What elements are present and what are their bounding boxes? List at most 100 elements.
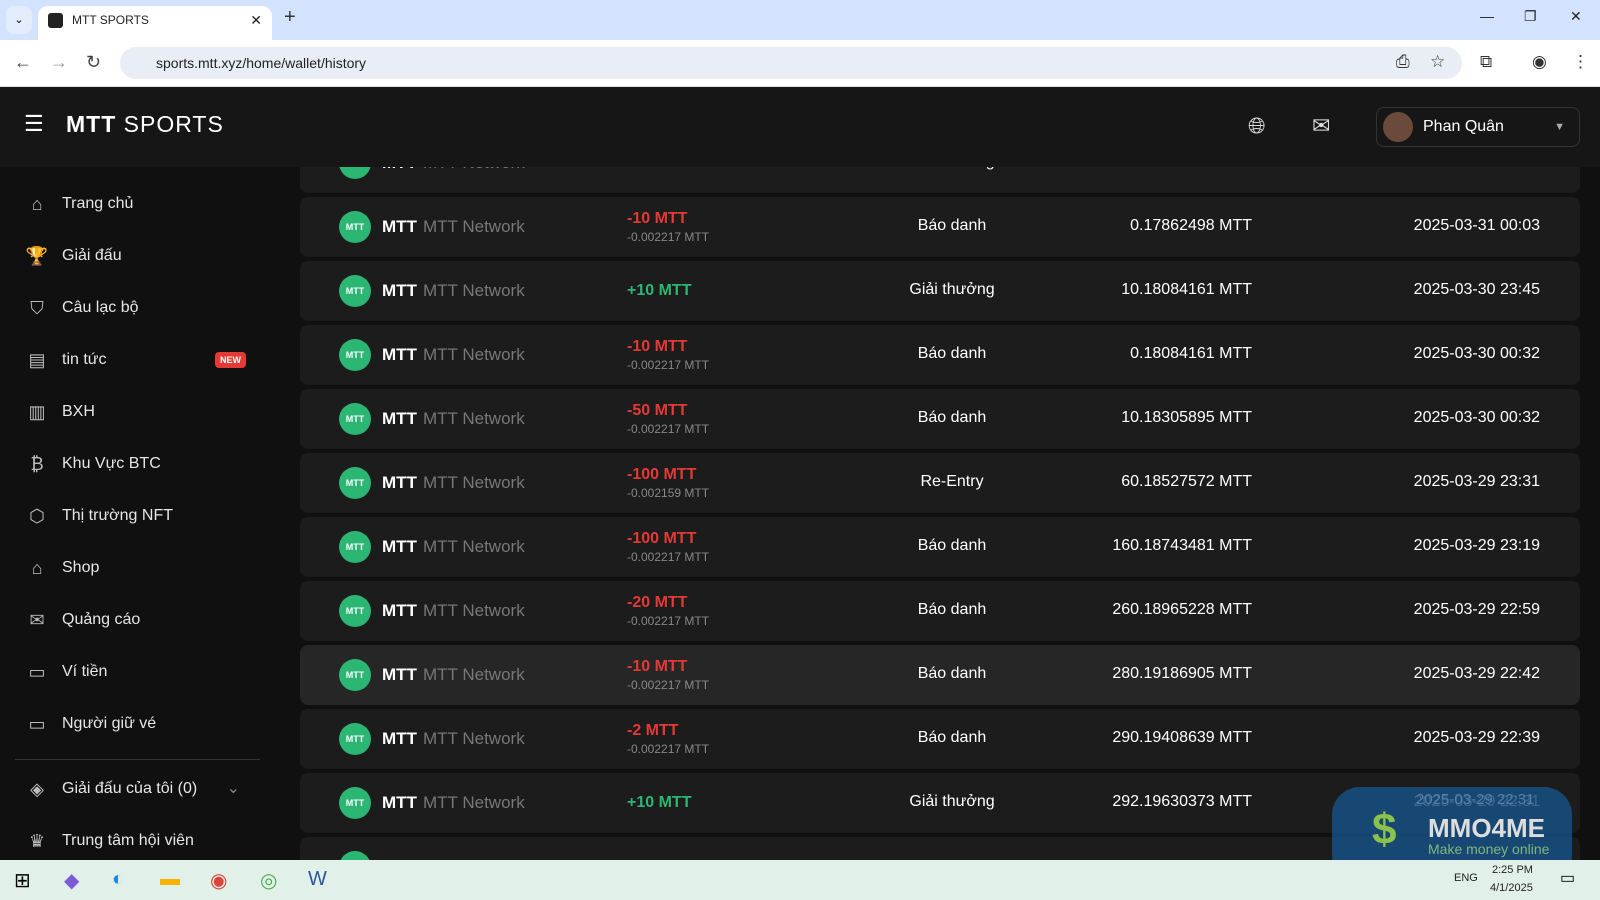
- balance: 160.18743481 MTT: [1112, 537, 1252, 554]
- balance: 10.18084161 MTT: [1121, 281, 1252, 298]
- fee: -0.002217 MTT: [627, 614, 710, 628]
- date: 2025-03-30 00:32: [1413, 345, 1540, 362]
- install-app-icon[interactable]: ⎙: [1396, 52, 1410, 72]
- transaction-row[interactable]: MTT MTT MTT Network -10 MTT -0.002217 MT…: [300, 645, 1580, 705]
- tab-search-button[interactable]: ⌄: [6, 6, 32, 34]
- browser-tab[interactable]: MTT SPORTS ✕: [38, 6, 272, 40]
- sidebar-item[interactable]: ♛ Trung tâm hội viên: [24, 824, 264, 858]
- mtt-coin-icon: MTT: [339, 467, 371, 499]
- sidebar-item[interactable]: ⛉ Câu lạc bộ: [24, 291, 264, 325]
- transaction-row[interactable]: MTT MTT MTT Network +10 MTT Giải thưởng …: [300, 167, 1580, 193]
- globe-icon[interactable]: 🌐︎: [1248, 113, 1266, 139]
- sidebar-item[interactable]: ₿ Khu Vực BTC: [24, 447, 264, 481]
- chevron-down-icon[interactable]: ⌄: [227, 772, 240, 806]
- sidebar-item-label: Câu lạc bộ: [62, 299, 139, 316]
- logo-light: SPORTS: [123, 111, 224, 137]
- transaction-row[interactable]: MTT MTT MTT Network -20 MTT -0.002217 MT…: [300, 581, 1580, 641]
- reload-icon[interactable]: ↻: [86, 52, 101, 73]
- word-icon[interactable]: W: [308, 868, 327, 891]
- notifications-icon[interactable]: ▭: [1560, 868, 1575, 888]
- minimize-button[interactable]: —: [1480, 8, 1494, 24]
- mtt-coin-icon: MTT: [339, 531, 371, 563]
- balance: 290.19408639 MTT: [1112, 729, 1252, 746]
- sidebar-item[interactable]: ▥ BXH: [24, 395, 264, 429]
- network-name: MTT Network: [423, 345, 525, 364]
- chevron-down-icon: ▼: [1554, 121, 1565, 133]
- watermark-title: MMO4ME: [1428, 813, 1545, 843]
- sidebar-icon: ⌂: [31, 558, 43, 578]
- clock-time[interactable]: 2:25 PM: [1492, 864, 1533, 876]
- sidebar-item[interactable]: ⌂ Trang chủ: [24, 187, 264, 221]
- language-indicator[interactable]: ENG: [1454, 872, 1478, 884]
- sidebar-icon: ▭: [28, 662, 46, 682]
- copilot-icon[interactable]: ◆: [64, 868, 79, 893]
- date: 2025-03-30 23:45: [1413, 281, 1540, 298]
- amount: +10 MTT: [627, 167, 691, 172]
- sidebar-item[interactable]: ⌂ Shop: [24, 551, 264, 585]
- app-icon[interactable]: ◎: [260, 868, 277, 893]
- menu-dots-icon[interactable]: ⋮: [1572, 52, 1589, 72]
- sidebar-item-label: Giải đấu: [62, 247, 122, 264]
- token-symbol: MTT: [382, 409, 417, 428]
- date: 2025-03-29 22:39: [1413, 729, 1540, 746]
- token-symbol: MTT: [382, 473, 417, 492]
- edge-icon[interactable]: ◐: [112, 868, 124, 891]
- sidebar-item[interactable]: ▤ tin tức NEW: [24, 343, 264, 377]
- sidebar-item[interactable]: ✉ Quảng cáo: [24, 603, 264, 637]
- transaction-row[interactable]: MTT MTT MTT Network -10 MTT -0.002217 MT…: [300, 197, 1580, 257]
- amount: -10 MTT: [627, 338, 688, 355]
- new-tab-button[interactable]: +: [284, 6, 296, 29]
- restore-button[interactable]: ❐: [1524, 8, 1537, 25]
- url-bar[interactable]: sports.mtt.xyz/home/wallet/history: [120, 47, 1462, 79]
- token-symbol: MTT: [382, 281, 417, 300]
- sidebar-item[interactable]: ⬡ Thị trường NFT: [24, 499, 264, 533]
- sidebar-item-label: Khu Vực BTC: [62, 455, 161, 472]
- balance: 260.18965228 MTT: [1112, 601, 1252, 618]
- address-toolbar: ← → ↻ sports.mtt.xyz/home/wallet/history…: [0, 40, 1600, 87]
- network-name: MTT Network: [423, 473, 525, 492]
- hamburger-menu-icon[interactable]: ☰: [24, 111, 44, 137]
- windows-start-icon[interactable]: ⊞: [14, 868, 31, 893]
- chrome-icon[interactable]: ◉: [210, 868, 227, 893]
- bookmark-star-icon[interactable]: ☆: [1430, 52, 1445, 72]
- site-logo[interactable]: MTT SPORTS: [66, 111, 224, 138]
- sidebar-item[interactable]: ▭ Người giữ vé: [24, 707, 264, 741]
- sidebar-item[interactable]: 🏆 Giải đấu: [24, 239, 264, 273]
- transaction-row[interactable]: MTT MTT MTT Network -50 MTT -0.002217 MT…: [300, 389, 1580, 449]
- sidebar-item-label: Người giữ vé: [62, 715, 157, 732]
- user-menu[interactable]: Phan Quân ▼: [1376, 107, 1580, 147]
- fee: -0.002217 MTT: [627, 422, 710, 436]
- file-explorer-icon[interactable]: ▬: [160, 868, 180, 891]
- forward-icon[interactable]: →: [50, 52, 68, 73]
- close-window-button[interactable]: ✕: [1570, 8, 1582, 25]
- sidebar-item[interactable]: ▭ Ví tiền: [24, 655, 264, 689]
- sidebar-icon: ◈: [30, 779, 44, 799]
- transaction-type: Báo danh: [917, 537, 987, 554]
- transaction-row[interactable]: MTT MTT MTT Network +10 MTT Giải thưởng …: [300, 261, 1580, 321]
- windows-taskbar: ⊞ ◆ ◐ ▬ ◉ ◎ W ENG 2:25 PM 4/1/2025 ▭: [0, 860, 1600, 900]
- sidebar-icon: ▥: [28, 402, 46, 422]
- token-symbol: MTT: [382, 601, 417, 620]
- close-tab-icon[interactable]: ✕: [250, 6, 262, 34]
- back-icon[interactable]: ←: [14, 52, 32, 73]
- balance: 60.18527572 MTT: [1121, 473, 1252, 490]
- profile-icon[interactable]: ◉: [1532, 52, 1547, 72]
- sidebar-icon: ▭: [28, 714, 46, 734]
- network-name: MTT Network: [423, 167, 525, 173]
- sidebar-icon: ⛉: [30, 298, 44, 318]
- watermark-overlapped-date: 2025-03-29 22:31: [1416, 791, 1535, 808]
- network-name: MTT Network: [423, 793, 525, 812]
- mtt-coin-icon: MTT: [339, 403, 371, 435]
- transaction-row[interactable]: MTT MTT MTT Network -10 MTT -0.002217 MT…: [300, 325, 1580, 385]
- sidebar-item-label: Trung tâm hội viên: [62, 832, 194, 849]
- date: 2025-03-31 00:03: [1413, 217, 1540, 234]
- transaction-row[interactable]: MTT MTT MTT Network -2 MTT -0.002217 MTT…: [300, 709, 1580, 769]
- balance: 292.19630373 MTT: [1112, 793, 1252, 810]
- sidebar-item[interactable]: ◈ Giải đấu của tôi (0) ⌄: [24, 772, 264, 806]
- transaction-row[interactable]: MTT MTT MTT Network -100 MTT -0.002217 M…: [300, 517, 1580, 577]
- transaction-list[interactable]: MTT MTT MTT Network +10 MTT Giải thưởng …: [290, 167, 1600, 860]
- extensions-icon[interactable]: ⧉: [1480, 52, 1492, 72]
- transaction-row[interactable]: MTT MTT MTT Network -100 MTT -0.002159 M…: [300, 453, 1580, 513]
- clock-date[interactable]: 4/1/2025: [1490, 882, 1533, 894]
- mail-icon[interactable]: ✉︎: [1312, 113, 1330, 139]
